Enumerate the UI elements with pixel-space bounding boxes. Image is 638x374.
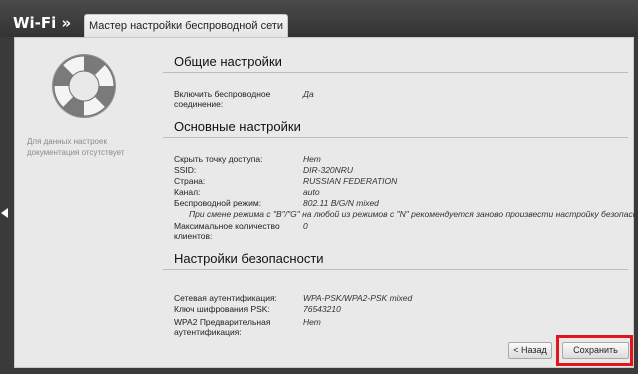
enable-wireless-row: Включить беспроводное соединение: Да (163, 89, 628, 109)
auth-label: Сетевая аутентификация: (174, 293, 277, 303)
psk-value[interactable]: 76543210 (303, 304, 341, 314)
ssid-value[interactable]: DIR-320NRU (303, 165, 353, 175)
tab-wireless-wizard[interactable]: Мастер настройки беспроводной сети (84, 14, 288, 38)
hide-ap-label: Скрыть точку доступа: (174, 154, 263, 164)
settings-content: Общие настройки Включить беспроводное со… (163, 38, 638, 369)
main-panel: Для данных настроек документация отсутст… (14, 37, 638, 369)
wireless-mode-label: Беспроводной режим: (174, 198, 262, 208)
wireless-mode-value[interactable]: 802.11 B/G/N mixed (303, 198, 379, 208)
country-label: Страна: (174, 176, 206, 186)
max-clients-value[interactable]: 0 (303, 221, 308, 231)
basic-settings-title: Основные настройки (163, 118, 628, 138)
max-clients-label: Максимальное количество клиентов: (174, 221, 280, 241)
security-settings-title: Настройки безопасности (163, 250, 628, 270)
channel-label: Канал: (174, 187, 201, 197)
back-button[interactable]: < Назад (508, 342, 552, 359)
enable-wireless-label: Включить беспроводное соединение: (174, 89, 271, 109)
preauth-label: WPA2 Предварительная аутентификация: (174, 317, 271, 337)
documentation-note: Для данных настроек документация отсутст… (27, 137, 125, 157)
enable-wireless-value[interactable]: Да (303, 89, 314, 99)
section-title[interactable]: Wi-Fi » (13, 14, 71, 32)
ssid-label: SSID: (174, 165, 197, 175)
country-value[interactable]: RUSSIAN FEDERATION (303, 176, 397, 186)
max-clients-row: Максимальное количество клиентов: 0 (163, 221, 628, 243)
save-button[interactable]: Сохранить (562, 342, 629, 359)
auth-value[interactable]: WPA-PSK/WPA2-PSK mixed (303, 293, 412, 303)
mode-change-note: При смене режима с "B"/"G" на любой из р… (189, 209, 638, 219)
psk-label: Ключ шифрования PSK: (174, 304, 270, 314)
lifebuoy-icon (52, 54, 116, 118)
collapse-arrow-icon[interactable] (1, 208, 8, 218)
channel-value[interactable]: auto (303, 187, 320, 197)
general-settings-title: Общие настройки (163, 53, 628, 73)
hide-ap-value[interactable]: Нет (303, 154, 321, 164)
preauth-value[interactable]: Нет (303, 317, 321, 327)
